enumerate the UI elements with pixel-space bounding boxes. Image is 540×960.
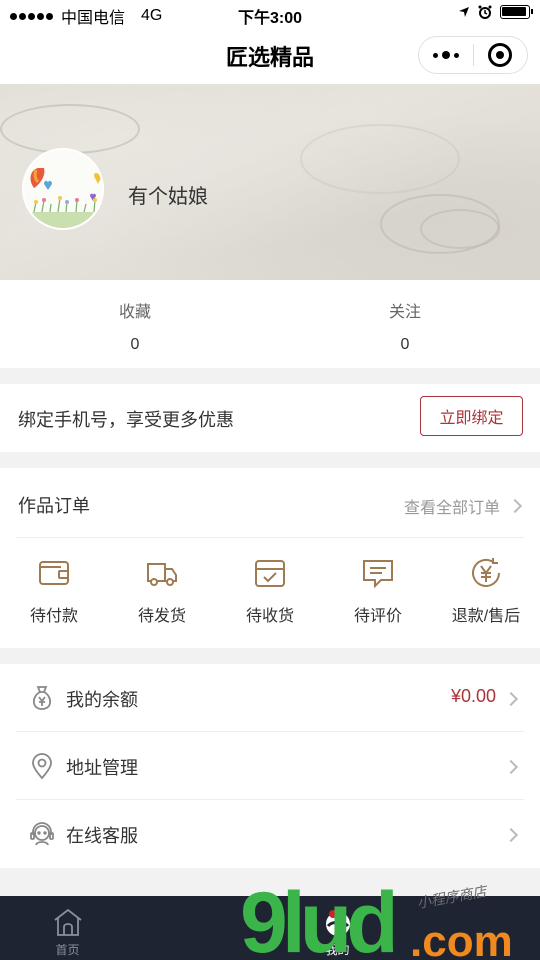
view-all-orders-link[interactable]: 查看全部订单 bbox=[403, 494, 523, 518]
bind-phone-button[interactable]: 立即绑定 bbox=[420, 396, 523, 436]
bind-phone-text: 绑定手机号，享受更多优惠 bbox=[18, 410, 234, 430]
order-label: 待收货 bbox=[245, 608, 294, 625]
orders-panel: 作品订单 查看全部订单 待付款 待发货 待收货 待评价 退款/售后 bbox=[0, 468, 540, 648]
menu-item-customer-service[interactable]: 在线客服 bbox=[0, 800, 540, 868]
order-pending-review[interactable]: 待评价 bbox=[324, 556, 432, 626]
avatar-illustration-icon bbox=[24, 150, 102, 228]
menu-label: 地址管理 bbox=[66, 758, 138, 778]
status-bar: 中国电信 4G 下午3:00 bbox=[0, 0, 540, 28]
view-all-orders-label: 查看全部订单 bbox=[403, 500, 500, 517]
cloud-decoration bbox=[0, 104, 140, 154]
location-arrow-icon bbox=[459, 7, 469, 17]
comment-icon bbox=[363, 560, 393, 589]
chevron-right-icon bbox=[503, 759, 519, 775]
target-icon bbox=[488, 43, 513, 67]
nav-bar: 匠选精品 bbox=[0, 28, 540, 84]
avatar[interactable] bbox=[22, 148, 104, 230]
cloud-decoration bbox=[420, 209, 500, 249]
stat-value: 0 bbox=[130, 336, 140, 353]
mini-program-capsule bbox=[418, 36, 528, 74]
orders-title: 作品订单 bbox=[18, 496, 90, 516]
money-bag-icon bbox=[32, 686, 52, 710]
menu-item-address[interactable]: 地址管理 bbox=[0, 732, 540, 800]
svg-text:.com: .com bbox=[410, 917, 513, 960]
divider bbox=[16, 537, 524, 538]
orders-header: 作品订单 查看全部订单 bbox=[0, 468, 540, 538]
stat-favorites[interactable]: 收藏 0 bbox=[0, 280, 270, 368]
stat-following[interactable]: 关注 0 bbox=[270, 280, 540, 368]
balance-value: ¥0.00 bbox=[450, 686, 496, 706]
svg-text:小程序商店: 小程序商店 bbox=[416, 884, 490, 912]
order-pending-receipt[interactable]: 待收货 bbox=[216, 556, 324, 626]
battery-icon bbox=[500, 5, 533, 19]
order-label: 待付款 bbox=[29, 608, 78, 625]
stat-value: 0 bbox=[400, 336, 410, 353]
alarm-icon bbox=[478, 5, 492, 19]
menu-label: 我的余额 bbox=[66, 690, 138, 710]
order-label: 待评价 bbox=[353, 608, 402, 625]
tab-home[interactable]: 首页 bbox=[0, 896, 135, 960]
profile-banner: 有个姑娘 bbox=[0, 84, 540, 280]
wallet-icon bbox=[39, 561, 69, 585]
order-status-list: 待付款 待发货 待收货 待评价 退款/售后 bbox=[0, 556, 540, 626]
chevron-right-icon bbox=[503, 691, 519, 707]
location-pin-icon bbox=[32, 753, 52, 780]
bind-phone-row: 绑定手机号，享受更多优惠 立即绑定 bbox=[0, 384, 540, 452]
box-icon bbox=[255, 560, 285, 587]
order-refund[interactable]: 退款/售后 bbox=[432, 556, 540, 626]
menu-item-balance[interactable]: 我的余额 ¥0.00 bbox=[0, 664, 540, 732]
username: 有个姑娘 bbox=[128, 186, 208, 208]
stat-label: 收藏 bbox=[118, 304, 151, 321]
order-label: 退款/售后 bbox=[451, 608, 521, 625]
order-pending-payment[interactable]: 待付款 bbox=[0, 556, 108, 626]
tab-label: 首页 bbox=[55, 943, 80, 957]
chevron-right-icon bbox=[507, 498, 523, 514]
cloud-decoration bbox=[300, 124, 460, 194]
more-dots-icon bbox=[432, 51, 459, 59]
order-label: 待发货 bbox=[137, 608, 186, 625]
close-mini-program-button[interactable] bbox=[474, 37, 528, 73]
watermark-logo: 9lud .com 小程序商店 bbox=[240, 880, 513, 960]
more-button[interactable] bbox=[419, 37, 473, 73]
headset-icon bbox=[30, 822, 54, 846]
svg-text:9lud: 9lud bbox=[240, 880, 393, 960]
menu-label: 在线客服 bbox=[66, 826, 138, 846]
status-right bbox=[458, 5, 533, 19]
menu-list: 我的余额 ¥0.00 地址管理 在线客服 bbox=[0, 664, 540, 868]
chevron-right-icon bbox=[503, 827, 519, 843]
stat-label: 关注 bbox=[388, 304, 421, 321]
order-pending-shipment[interactable]: 待发货 bbox=[108, 556, 216, 626]
home-icon bbox=[53, 908, 82, 936]
stats-panel: 收藏 0 关注 0 bbox=[0, 280, 540, 368]
truck-icon bbox=[147, 563, 177, 586]
yen-refund-icon bbox=[472, 558, 500, 587]
